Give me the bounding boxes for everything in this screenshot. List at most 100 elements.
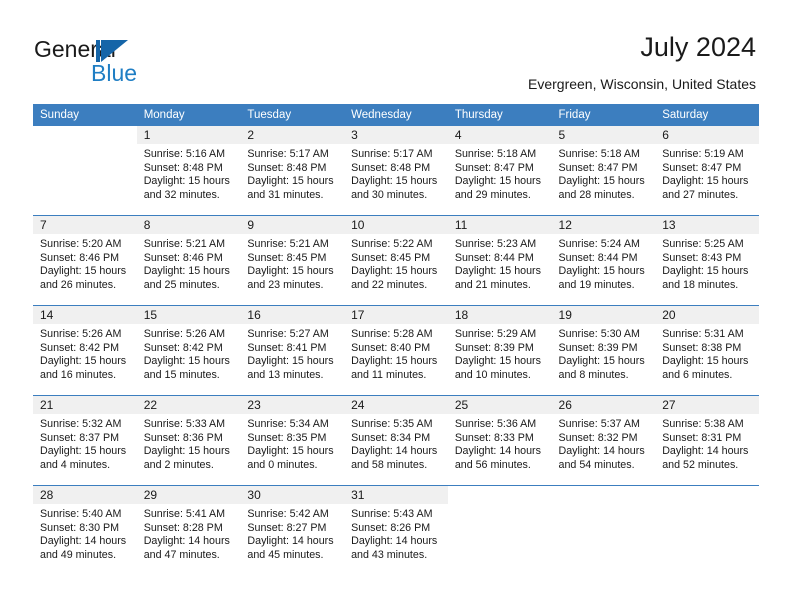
calendar-page: General Blue July 2024 Evergreen, Wiscon… <box>0 0 792 612</box>
calendar-day-cell[interactable]: 27 Sunrise: 5:38 AM Sunset: 8:31 PM Dayligh… <box>655 395 759 486</box>
sunset-text: Sunset: 8:32 PM <box>558 431 638 444</box>
calendar-day-cell[interactable]: 13 Sunrise: 5:25 AM Sunset: 8:43 PM Dayligh… <box>655 215 759 306</box>
sunrise-text: Sunrise: 5:38 AM <box>662 418 744 430</box>
calendar-day-cell[interactable]: 17 Sunrise: 5:28 AM Sunset: 8:40 PM Dayligh… <box>344 305 448 396</box>
daylight-text: Daylight: 14 hours and 47 minutes. <box>143 535 230 561</box>
sunset-text: Sunset: 8:44 PM <box>558 251 638 264</box>
daylight-text: Daylight: 15 hours and 15 minutes. <box>143 355 230 381</box>
sunrise-text: Sunrise: 5:21 AM <box>247 238 329 250</box>
calendar-day-cell[interactable]: 7 Sunrise: 5:20 AM Sunset: 8:46 PM Daylight… <box>33 215 137 306</box>
calendar-week-row: 14 Sunrise: 5:26 AM Sunset: 8:42 PM Dayligh… <box>33 305 759 396</box>
sunset-text: Sunset: 8:48 PM <box>143 161 223 174</box>
day-cell-content: 22 Sunrise: 5:33 AM Sunset: 8:36 PM Dayligh… <box>136 396 241 485</box>
sunrise-text: Sunrise: 5:41 AM <box>143 508 226 520</box>
daylight-text: Daylight: 15 hours and 22 minutes. <box>351 265 438 291</box>
daylight-text: Daylight: 15 hours and 11 minutes. <box>351 355 438 381</box>
calendar-day-cell[interactable]: 10 Sunrise: 5:22 AM Sunset: 8:45 PM Dayligh… <box>344 215 448 306</box>
sunset-text: Sunset: 8:47 PM <box>454 161 534 174</box>
day-cell-details: Sunrise: 5:38 AM Sunset: 8:31 PM Daylight:… <box>655 414 759 472</box>
general-blue-logo[interactable]: General Blue <box>34 36 264 88</box>
sunrise-text: Sunrise: 5:32 AM <box>40 418 122 430</box>
day-cell-details: Sunrise: 5:42 AM Sunset: 8:27 PM Daylight:… <box>240 504 344 562</box>
day-number: 31 <box>344 486 448 504</box>
calendar-header-row: Sunday Monday Tuesday Wednesday Thursday… <box>33 104 759 126</box>
day-number: 28 <box>33 486 137 504</box>
day-cell-details: Sunrise: 5:28 AM Sunset: 8:40 PM Daylight:… <box>344 324 448 382</box>
calendar-day-cell[interactable]: 20 Sunrise: 5:31 AM Sunset: 8:38 PM Dayligh… <box>655 305 759 396</box>
day-cell-details: Sunrise: 5:24 AM Sunset: 8:44 PM Daylight:… <box>552 234 656 292</box>
weekday-header-friday: Friday <box>551 104 656 126</box>
sunrise-text: Sunrise: 5:30 AM <box>558 328 640 340</box>
daylight-text: Daylight: 15 hours and 28 minutes. <box>558 175 645 201</box>
calendar-day-cell[interactable]: 28 Sunrise: 5:40 AM Sunset: 8:30 PM Dayligh… <box>33 485 137 575</box>
calendar-day-cell[interactable]: 4 Sunrise: 5:18 AM Sunset: 8:47 PM Daylight… <box>447 126 552 216</box>
day-number: 24 <box>344 396 448 414</box>
calendar-day-cell[interactable]: 11 Sunrise: 5:23 AM Sunset: 8:44 PM Dayligh… <box>447 215 552 306</box>
day-cell-content: 29 Sunrise: 5:41 AM Sunset: 8:28 PM Dayligh… <box>136 486 241 575</box>
day-cell-content: 16 Sunrise: 5:27 AM Sunset: 8:41 PM Dayligh… <box>240 306 345 395</box>
day-cell-details: Sunrise: 5:41 AM Sunset: 8:28 PM Daylight:… <box>137 504 241 562</box>
day-number: 13 <box>655 216 759 234</box>
sunset-text: Sunset: 8:31 PM <box>662 431 742 444</box>
calendar-day-cell[interactable]: 29 Sunrise: 5:41 AM Sunset: 8:28 PM Dayligh… <box>136 485 241 575</box>
day-cell-details: Sunrise: 5:17 AM Sunset: 8:48 PM Daylight:… <box>344 144 448 202</box>
calendar-day-cell[interactable]: 3 Sunrise: 5:17 AM Sunset: 8:48 PM Daylight… <box>344 126 448 216</box>
day-cell-content: 14 Sunrise: 5:26 AM Sunset: 8:42 PM Dayligh… <box>33 306 137 395</box>
calendar-day-cell[interactable]: 16 Sunrise: 5:27 AM Sunset: 8:41 PM Dayligh… <box>240 305 345 396</box>
day-number: 29 <box>136 486 241 504</box>
day-number: 19 <box>551 306 656 324</box>
calendar-day-cell[interactable]: 25 Sunrise: 5:36 AM Sunset: 8:33 PM Dayligh… <box>447 395 552 486</box>
daylight-text: Daylight: 14 hours and 52 minutes. <box>662 445 749 471</box>
day-cell-details: Sunrise: 5:43 AM Sunset: 8:26 PM Daylight:… <box>344 504 448 562</box>
daylight-text: Daylight: 15 hours and 26 minutes. <box>40 265 127 291</box>
daylight-text: Daylight: 15 hours and 10 minutes. <box>454 355 541 381</box>
calendar-day-cell[interactable]: 31 Sunrise: 5:43 AM Sunset: 8:26 PM Dayligh… <box>344 485 448 575</box>
sunrise-text: Sunrise: 5:35 AM <box>351 418 433 430</box>
day-cell-content: 3 Sunrise: 5:17 AM Sunset: 8:48 PM Daylight… <box>344 126 448 215</box>
weekday-header-wednesday: Wednesday <box>344 104 448 126</box>
day-cell-content: 15 Sunrise: 5:26 AM Sunset: 8:42 PM Dayligh… <box>136 306 241 395</box>
day-cell-content: 2 Sunrise: 5:17 AM Sunset: 8:48 PM Daylight… <box>240 126 345 215</box>
day-number: 2 <box>240 126 345 144</box>
day-cell-details: Sunrise: 5:31 AM Sunset: 8:38 PM Daylight:… <box>655 324 759 382</box>
daylight-text: Daylight: 14 hours and 58 minutes. <box>351 445 438 471</box>
day-cell-content: 25 Sunrise: 5:36 AM Sunset: 8:33 PM Dayligh… <box>447 396 552 485</box>
day-cell-content: 18 Sunrise: 5:29 AM Sunset: 8:39 PM Dayligh… <box>447 306 552 395</box>
day-number: 3 <box>344 126 448 144</box>
day-cell-details: Sunrise: 5:18 AM Sunset: 8:47 PM Daylight:… <box>552 144 656 202</box>
day-cell-details: Sunrise: 5:34 AM Sunset: 8:35 PM Daylight:… <box>240 414 344 472</box>
calendar-day-cell[interactable]: 15 Sunrise: 5:26 AM Sunset: 8:42 PM Dayligh… <box>136 305 241 396</box>
calendar-day-cell[interactable]: 8 Sunrise: 5:21 AM Sunset: 8:46 PM Daylight… <box>136 215 241 306</box>
sunset-text: Sunset: 8:33 PM <box>454 431 534 444</box>
sunrise-text: Sunrise: 5:19 AM <box>662 148 744 160</box>
calendar-day-cell[interactable]: 19 Sunrise: 5:30 AM Sunset: 8:39 PM Dayligh… <box>551 305 656 396</box>
daylight-text: Daylight: 15 hours and 32 minutes. <box>143 175 230 201</box>
calendar-day-cell[interactable]: 24 Sunrise: 5:35 AM Sunset: 8:34 PM Dayligh… <box>344 395 448 486</box>
day-cell-details: Sunrise: 5:21 AM Sunset: 8:45 PM Daylight:… <box>240 234 344 292</box>
calendar-day-cell[interactable]: 21 Sunrise: 5:32 AM Sunset: 8:37 PM Dayligh… <box>33 395 137 486</box>
triangle-flag-icon <box>96 40 128 62</box>
calendar-day-cell[interactable]: 9 Sunrise: 5:21 AM Sunset: 8:45 PM Daylight… <box>240 215 345 306</box>
sunset-text: Sunset: 8:44 PM <box>454 251 534 264</box>
sunrise-text: Sunrise: 5:25 AM <box>662 238 744 250</box>
day-cell-details: Sunrise: 5:33 AM Sunset: 8:36 PM Daylight:… <box>137 414 241 472</box>
calendar-day-cell[interactable]: 26 Sunrise: 5:37 AM Sunset: 8:32 PM Dayligh… <box>551 395 656 486</box>
day-cell-details: Sunrise: 5:30 AM Sunset: 8:39 PM Daylight:… <box>552 324 656 382</box>
calendar-day-cell[interactable]: 18 Sunrise: 5:29 AM Sunset: 8:39 PM Dayligh… <box>447 305 552 396</box>
calendar-day-cell[interactable]: 23 Sunrise: 5:34 AM Sunset: 8:35 PM Dayligh… <box>240 395 345 486</box>
day-number: 4 <box>447 126 552 144</box>
calendar-day-cell[interactable]: 6 Sunrise: 5:19 AM Sunset: 8:47 PM Daylight… <box>655 126 759 216</box>
calendar-day-cell[interactable]: 1 Sunrise: 5:16 AM Sunset: 8:48 PM Daylight… <box>136 126 241 216</box>
calendar-day-cell[interactable]: 12 Sunrise: 5:24 AM Sunset: 8:44 PM Dayligh… <box>551 215 656 306</box>
calendar-day-cell[interactable]: 5 Sunrise: 5:18 AM Sunset: 8:47 PM Daylight… <box>551 126 656 216</box>
calendar-day-cell[interactable]: 30 Sunrise: 5:42 AM Sunset: 8:27 PM Dayligh… <box>240 485 345 575</box>
sunrise-text: Sunrise: 5:17 AM <box>247 148 329 160</box>
calendar-day-cell[interactable]: 22 Sunrise: 5:33 AM Sunset: 8:36 PM Dayligh… <box>136 395 241 486</box>
daylight-text: Daylight: 14 hours and 45 minutes. <box>247 535 334 561</box>
sunrise-text: Sunrise: 5:37 AM <box>558 418 640 430</box>
day-cell-details: Sunrise: 5:16 AM Sunset: 8:48 PM Daylight:… <box>137 144 241 202</box>
calendar-day-cell[interactable]: 2 Sunrise: 5:17 AM Sunset: 8:48 PM Daylight… <box>240 126 345 216</box>
sunset-text: Sunset: 8:46 PM <box>143 251 223 264</box>
calendar-day-cell[interactable]: 14 Sunrise: 5:26 AM Sunset: 8:42 PM Dayligh… <box>33 305 137 396</box>
sunrise-text: Sunrise: 5:26 AM <box>143 328 226 340</box>
